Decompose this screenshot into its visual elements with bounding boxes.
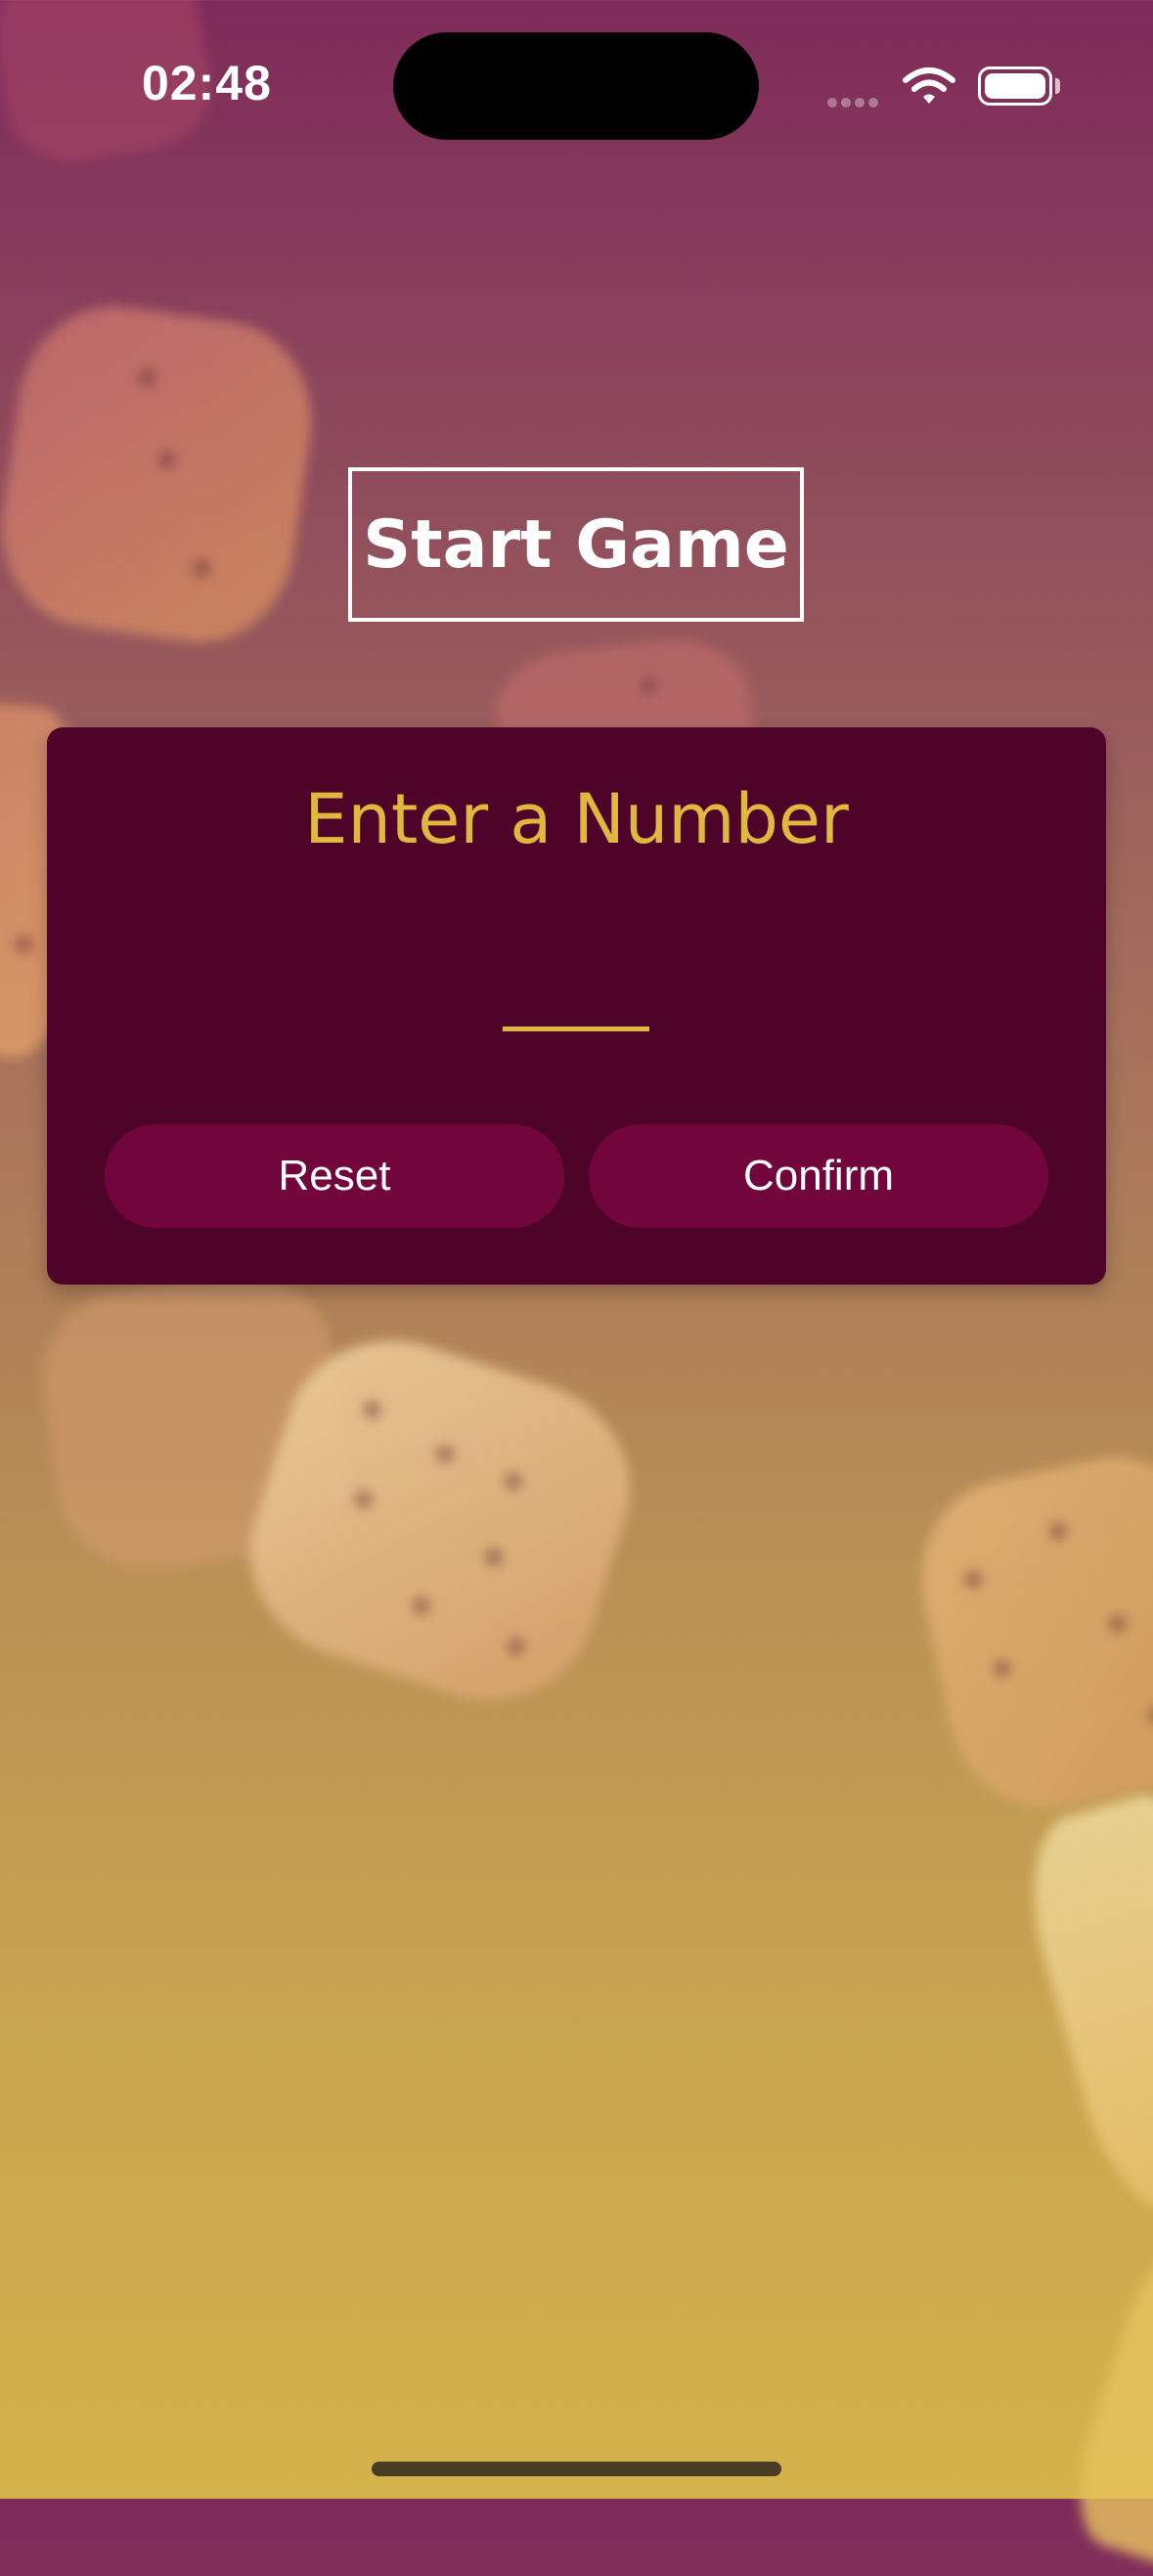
status-time: 02:48 xyxy=(142,56,272,110)
battery-cap xyxy=(1055,78,1060,94)
cellular-signal-icon xyxy=(827,93,884,108)
reset-button[interactable]: Reset xyxy=(105,1124,564,1228)
confirm-button[interactable]: Confirm xyxy=(589,1124,1048,1228)
wifi-icon xyxy=(903,67,955,104)
background-die xyxy=(1007,1779,1153,2229)
start-game-title: Start Game xyxy=(348,467,804,622)
background-die xyxy=(1058,2223,1153,2576)
battery-level xyxy=(985,73,1045,99)
number-input[interactable] xyxy=(503,914,649,1031)
dynamic-island xyxy=(393,32,759,140)
battery-icon xyxy=(978,66,1052,106)
background-die xyxy=(0,293,325,655)
status-bar: 02:48 xyxy=(0,0,1153,140)
background-die xyxy=(902,1439,1153,1826)
card-title: Enter a Number xyxy=(304,779,849,859)
home-indicator[interactable] xyxy=(372,2462,781,2476)
